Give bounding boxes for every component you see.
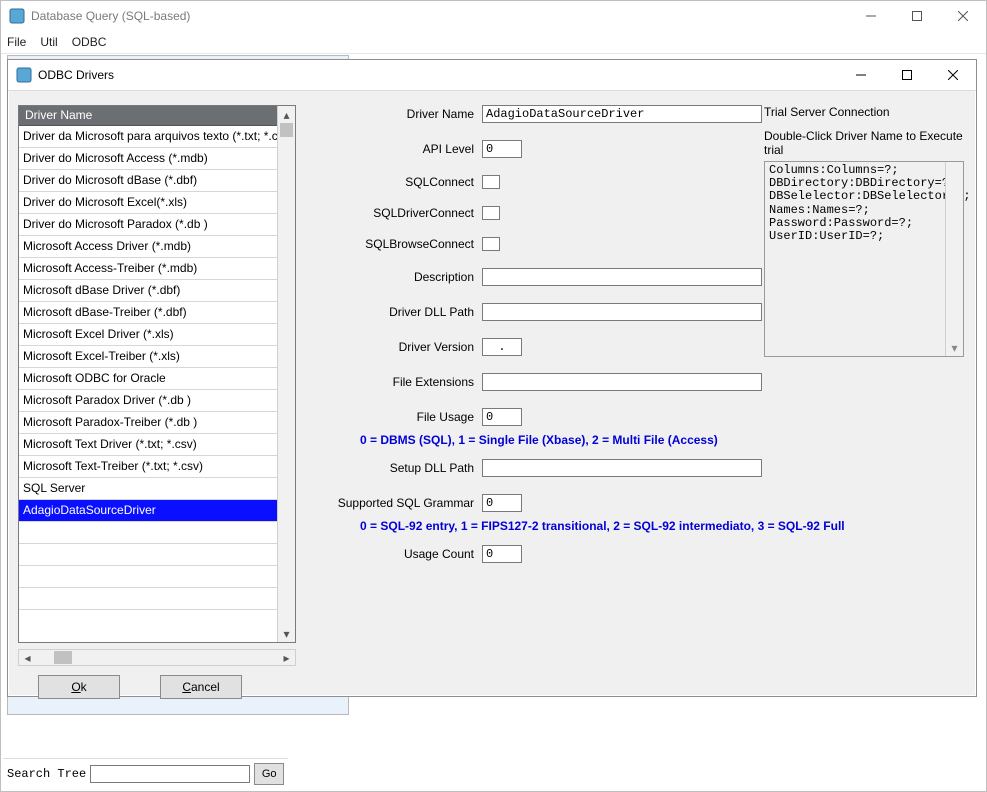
driver-row[interactable]: Microsoft Text Driver (*.txt; *.csv) — [19, 434, 278, 456]
dialog-title: ODBC Drivers — [38, 68, 838, 82]
main-window: Database Query (SQL-based) File Util ODB… — [0, 0, 987, 792]
hscroll-thumb[interactable] — [54, 651, 72, 664]
driver-row[interactable]: Microsoft dBase-Treiber (*.dbf) — [19, 302, 278, 324]
driver-row[interactable]: Microsoft Access-Treiber (*.mdb) — [19, 258, 278, 280]
trial-output-text: Columns:Columns=?; DBDirectory:DBDirecto… — [769, 164, 959, 243]
search-label: Search Tree — [7, 767, 86, 781]
scroll-thumb[interactable] — [280, 123, 293, 137]
maximize-button[interactable] — [894, 1, 940, 31]
setup-dll-path-field[interactable] — [482, 459, 762, 477]
driver-row[interactable]: Driver do Microsoft dBase (*.dbf) — [19, 170, 278, 192]
driver-dll-path-field[interactable] — [482, 303, 762, 321]
close-button[interactable] — [940, 1, 986, 31]
label-file-usage: File Usage — [308, 410, 482, 424]
search-bar: Search Tree Go — [3, 758, 288, 789]
dialog-icon — [16, 67, 32, 83]
supported-sql-grammar-field[interactable] — [482, 494, 522, 512]
usage-count-field[interactable] — [482, 545, 522, 563]
label-setup-dll-path: Setup DLL Path — [308, 461, 482, 475]
label-file-extensions: File Extensions — [308, 375, 482, 389]
driver-list[interactable]: Driver Name Driver da Microsoft para arq… — [18, 105, 296, 643]
dialog-maximize-button[interactable] — [884, 60, 930, 90]
menu-file[interactable]: File — [7, 35, 26, 49]
driver-list-vscroll[interactable]: ▴ ▾ — [277, 106, 295, 642]
driver-row[interactable]: Microsoft Excel Driver (*.xls) — [19, 324, 278, 346]
trial-vscroll[interactable]: ▾ — [945, 162, 963, 356]
trial-scroll-down-icon[interactable]: ▾ — [946, 339, 963, 356]
driver-row[interactable] — [19, 522, 278, 544]
api-level-field[interactable] — [482, 140, 522, 158]
app-icon — [9, 8, 25, 24]
label-sql-driver-connect: SQLDriverConnect — [308, 206, 482, 220]
menu-util[interactable]: Util — [40, 35, 57, 49]
driver-row[interactable]: Driver do Microsoft Access (*.mdb) — [19, 148, 278, 170]
driver-list-hscroll[interactable]: ◂ ▸ — [18, 649, 296, 666]
label-description: Description — [308, 270, 482, 284]
menu-odbc[interactable]: ODBC — [72, 35, 107, 49]
driver-row[interactable]: Microsoft Excel-Treiber (*.xls) — [19, 346, 278, 368]
ok-button[interactable]: Ok — [38, 675, 120, 699]
file-extensions-field[interactable] — [482, 373, 762, 391]
hint-file-usage: 0 = DBMS (SQL), 1 = Single File (Xbase),… — [360, 433, 964, 447]
sql-driver-connect-checkbox[interactable] — [482, 206, 500, 220]
dialog-minimize-button[interactable] — [838, 60, 884, 90]
driver-version-field[interactable] — [482, 338, 522, 356]
driver-row[interactable]: SQL Server — [19, 478, 278, 500]
driver-row[interactable]: Microsoft Text-Treiber (*.txt; *.csv) — [19, 456, 278, 478]
driver-row[interactable] — [19, 588, 278, 610]
go-button[interactable]: Go — [254, 763, 284, 785]
trial-panel: Trial Server Connection Double-Click Dri… — [764, 105, 964, 357]
scroll-down-icon[interactable]: ▾ — [278, 625, 295, 642]
sql-browse-connect-checkbox[interactable] — [482, 237, 500, 251]
driver-list-header[interactable]: Driver Name — [19, 106, 295, 126]
trial-output[interactable]: Columns:Columns=?; DBDirectory:DBDirecto… — [764, 161, 964, 357]
label-driver-name: Driver Name — [308, 107, 482, 121]
label-api-level: API Level — [308, 142, 482, 156]
dialog-body: Driver Name Driver da Microsoft para arq… — [8, 91, 976, 697]
trial-heading: Trial Server Connection — [764, 105, 964, 119]
dialog-titlebar: ODBC Drivers — [8, 60, 976, 91]
file-usage-field[interactable] — [482, 408, 522, 426]
driver-row[interactable]: Microsoft ODBC for Oracle — [19, 368, 278, 390]
sql-connect-checkbox[interactable] — [482, 175, 500, 189]
dialog-close-button[interactable] — [930, 60, 976, 90]
odbc-drivers-dialog: ODBC Drivers Driver Name Driver da Micro… — [7, 59, 977, 697]
hint-sql-grammar: 0 = SQL-92 entry, 1 = FIPS127-2 transiti… — [360, 519, 964, 533]
label-driver-version: Driver Version — [308, 340, 482, 354]
dialog-window-controls — [838, 60, 976, 90]
driver-row[interactable]: AdagioDataSourceDriver — [19, 500, 278, 522]
dialog-buttons: Ok Cancel — [38, 675, 242, 699]
search-input[interactable] — [90, 765, 250, 783]
driver-row[interactable]: Driver da Microsoft para arquivos texto … — [19, 126, 278, 148]
driver-row[interactable]: Microsoft Access Driver (*.mdb) — [19, 236, 278, 258]
main-window-controls — [848, 1, 986, 31]
driver-list-rows: Driver da Microsoft para arquivos texto … — [19, 126, 278, 625]
driver-row[interactable]: Microsoft Paradox-Treiber (*.db ) — [19, 412, 278, 434]
scroll-left-icon[interactable]: ◂ — [19, 650, 36, 665]
label-sql-connect: SQLConnect — [308, 175, 482, 189]
label-supported-sql-grammar: Supported SQL Grammar — [308, 496, 482, 510]
description-field[interactable] — [482, 268, 762, 286]
driver-name-field[interactable] — [482, 105, 762, 123]
label-driver-dll-path: Driver DLL Path — [308, 305, 482, 319]
driver-row[interactable] — [19, 544, 278, 566]
main-title: Database Query (SQL-based) — [31, 9, 848, 23]
cancel-button[interactable]: Cancel — [160, 675, 242, 699]
driver-row[interactable] — [19, 610, 278, 625]
driver-row[interactable]: Driver do Microsoft Excel(*.xls) — [19, 192, 278, 214]
scroll-right-icon[interactable]: ▸ — [278, 650, 295, 665]
driver-row[interactable]: Driver do Microsoft Paradox (*.db ) — [19, 214, 278, 236]
driver-row[interactable]: Microsoft Paradox Driver (*.db ) — [19, 390, 278, 412]
minimize-button[interactable] — [848, 1, 894, 31]
driver-row[interactable] — [19, 566, 278, 588]
scroll-up-icon[interactable]: ▴ — [278, 106, 295, 123]
main-titlebar: Database Query (SQL-based) — [1, 1, 986, 31]
menubar: File Util ODBC — [1, 31, 986, 54]
trial-subheading: Double-Click Driver Name to Execute tria… — [764, 129, 964, 157]
label-usage-count: Usage Count — [308, 547, 482, 561]
label-sql-browse-connect: SQLBrowseConnect — [308, 237, 482, 251]
driver-row[interactable]: Microsoft dBase Driver (*.dbf) — [19, 280, 278, 302]
